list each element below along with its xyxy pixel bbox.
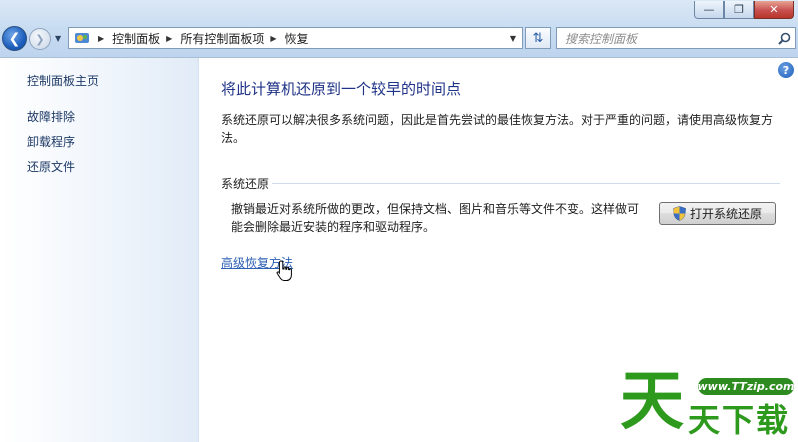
help-icon[interactable]: ? xyxy=(778,62,794,78)
close-icon: ✕ xyxy=(769,3,779,16)
page-description: 系统还原可以解决很多系统问题，因此是首先尝试的最佳恢复方法。对于严重的问题，请使… xyxy=(221,113,774,145)
maximize-icon: ❐ xyxy=(734,3,744,16)
sidebar-item-troubleshooting[interactable]: 故障排除 xyxy=(27,108,75,125)
minimize-icon: — xyxy=(703,3,715,16)
breadcrumb-separator-icon: ▶ xyxy=(98,33,105,43)
recent-pages-button[interactable]: ▼ xyxy=(55,34,61,43)
forward-button[interactable]: ❯ xyxy=(29,28,51,50)
section-label-system-restore: 系统还原 xyxy=(221,177,270,191)
page-title: 将此计算机还原到一个较早的时间点 xyxy=(221,80,462,98)
breadcrumb-control-panel[interactable]: 控制面板 xyxy=(112,30,160,47)
section-divider xyxy=(272,183,780,184)
forward-arrow-icon: ❯ xyxy=(35,32,45,46)
breadcrumb-separator-icon[interactable]: ▶ xyxy=(270,34,276,43)
minimize-button[interactable]: — xyxy=(694,1,724,19)
watermark: 天 www.TTzip.com 天下载 xyxy=(620,366,798,442)
system-restore-description: 撤销最近对系统所做的更改，但保持文档、图片和音乐等文件不变。这样做可能会删除最近… xyxy=(231,202,640,234)
address-dropdown-button[interactable]: ▼ xyxy=(504,28,522,48)
breadcrumb: ▶ 控制面板 ▶ 所有控制面板项 ▶ 恢复 xyxy=(92,30,309,47)
maximize-button[interactable]: ❐ xyxy=(724,1,754,19)
open-system-restore-label: 打开系统还原 xyxy=(689,207,762,221)
search-input[interactable]: 搜索控制面板 xyxy=(565,30,773,47)
navigation-row: ❮ ❯ ▼ ▶ 控制面板 ▶ 所有控制面板项 ▶ 恢复 ▼ ⇅ 搜索控制面板 xyxy=(0,26,798,52)
sidebar-item-control-panel-home[interactable]: 控制面板主页 xyxy=(27,72,99,89)
breadcrumb-all-items[interactable]: 所有控制面板项 xyxy=(180,30,264,47)
refresh-icon: ⇅ xyxy=(532,30,544,46)
watermark-logo-character: 天 xyxy=(620,365,684,439)
control-panel-icon xyxy=(72,29,92,47)
refresh-button[interactable]: ⇅ xyxy=(525,27,551,49)
watermark-text: 天下载 xyxy=(688,401,791,439)
sidebar-item-restore-files[interactable]: 还原文件 xyxy=(27,158,75,175)
search-icon[interactable] xyxy=(773,32,795,45)
uac-shield-icon xyxy=(673,206,686,221)
breadcrumb-separator-icon[interactable]: ▶ xyxy=(166,34,172,43)
window-controls: — ❐ ✕ xyxy=(694,1,794,19)
close-button[interactable]: ✕ xyxy=(754,1,794,19)
open-system-restore-button[interactable]: 打开系统还原 xyxy=(659,202,776,225)
sidebar-item-uninstall[interactable]: 卸载程序 xyxy=(27,133,75,150)
back-button[interactable]: ❮ xyxy=(2,26,27,51)
back-arrow-icon: ❮ xyxy=(8,30,21,47)
hand-pointer-icon xyxy=(276,260,294,285)
chevron-down-icon: ▼ xyxy=(509,33,517,43)
chevron-down-icon: ▼ xyxy=(55,34,62,43)
search-box[interactable]: 搜索控制面板 xyxy=(556,27,796,49)
breadcrumb-recovery[interactable]: 恢复 xyxy=(285,30,309,47)
address-bar[interactable]: ▶ 控制面板 ▶ 所有控制面板项 ▶ 恢复 ▼ xyxy=(68,27,523,49)
watermark-url: www.TTzip.com xyxy=(697,378,795,395)
left-pane: 控制面板主页 故障排除 卸载程序 还原文件 xyxy=(0,58,199,442)
window-chrome: — ❐ ✕ ❮ ❯ ▼ ▶ 控制面板 ▶ 所有控制面板项 ▶ 恢复 ▼ ⇅ 搜索… xyxy=(0,0,798,58)
